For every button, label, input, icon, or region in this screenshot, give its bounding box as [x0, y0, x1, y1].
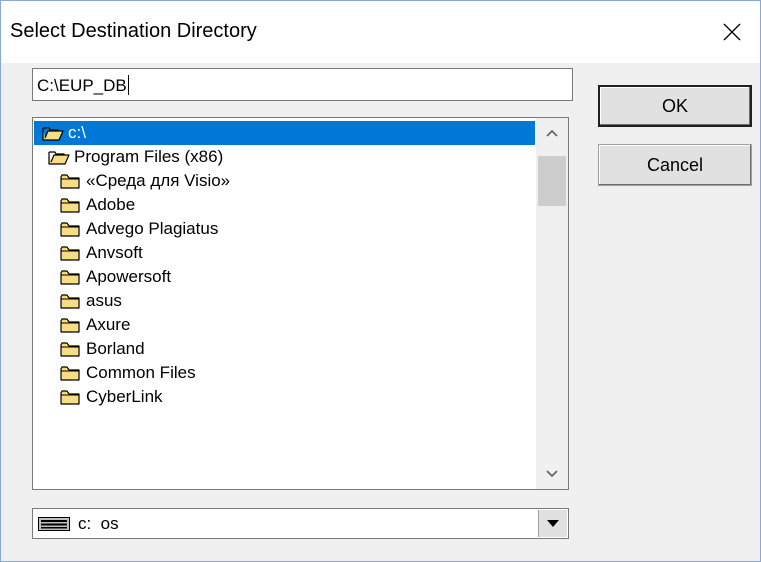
folder-item[interactable]: «Среда для Visio»	[34, 169, 535, 193]
folder-icon	[60, 222, 80, 237]
folder-item-label: Common Files	[86, 363, 196, 382]
chevron-down-icon	[546, 470, 558, 478]
folder-item[interactable]: c:\	[34, 121, 535, 145]
folder-item-label: Anvsoft	[86, 243, 143, 262]
folder-item[interactable]: CyberLink	[34, 385, 535, 409]
folder-item[interactable]: Borland	[34, 337, 535, 361]
text-caret	[127, 75, 129, 95]
folder-icon	[60, 294, 80, 309]
folder-icon	[60, 246, 80, 261]
scroll-up-button[interactable]	[536, 118, 568, 148]
folder-icon	[60, 390, 80, 405]
folder-icon	[60, 366, 80, 381]
folder-icon	[60, 198, 80, 213]
close-button[interactable]	[704, 1, 760, 63]
drive-icon	[38, 517, 70, 531]
folder-icon	[60, 270, 80, 285]
folder-item-label: c:\	[68, 123, 86, 142]
drive-select[interactable]: c: os	[32, 508, 569, 539]
folder-icon	[60, 342, 80, 357]
scroll-down-button[interactable]	[536, 459, 568, 489]
ok-button[interactable]: OK	[598, 85, 752, 127]
folder-item-label: asus	[86, 291, 122, 310]
title-bar: Select Destination Directory	[1, 1, 760, 63]
folder-item[interactable]: Apowersoft	[34, 265, 535, 289]
folder-item-label: Apowersoft	[86, 267, 172, 286]
folder-item[interactable]: Axure	[34, 313, 535, 337]
close-icon	[723, 23, 741, 41]
folder-item-label: Borland	[86, 339, 145, 358]
folder-item[interactable]: asus	[34, 289, 535, 313]
folder-item-label: Adobe	[86, 195, 136, 214]
open-folder-icon	[48, 151, 70, 165]
folder-item-label: CyberLink	[86, 387, 163, 406]
folder-item[interactable]: Program Files (x86)	[34, 145, 535, 169]
folder-item[interactable]: Anvsoft	[34, 241, 535, 265]
cancel-button[interactable]: Cancel	[598, 144, 752, 186]
folder-icon	[60, 174, 80, 189]
folder-item-label: Axure	[86, 315, 131, 334]
dropdown-arrow-icon	[547, 520, 559, 527]
folder-item-label: «Среда для Visio»	[86, 171, 231, 190]
drive-select-value: c: os	[78, 514, 119, 533]
path-input[interactable]: C:\EUP_DB	[32, 68, 573, 101]
path-input-value: C:\EUP_DB	[37, 76, 127, 95]
folder-list: c:\ Program Files (x86) «Среда для Visio» A…	[34, 121, 535, 409]
folder-item[interactable]: Advego Plagiatus	[34, 217, 535, 241]
vertical-scrollbar[interactable]	[536, 118, 568, 489]
folder-item-label: Program Files (x86)	[74, 147, 224, 166]
chevron-up-icon	[546, 129, 558, 137]
folder-listbox[interactable]: c:\ Program Files (x86) «Среда для Visio» A…	[32, 117, 569, 490]
drive-dropdown-button[interactable]	[538, 510, 567, 537]
open-folder-icon	[42, 127, 64, 141]
scroll-thumb[interactable]	[538, 156, 566, 206]
dialog-title: Select Destination Directory	[10, 20, 257, 42]
folder-item[interactable]: Common Files	[34, 361, 535, 385]
dialog-window: Select Destination Directory C:\EUP_DB O…	[0, 0, 761, 562]
folder-item-label: Advego Plagiatus	[86, 219, 219, 238]
folder-item[interactable]: Adobe	[34, 193, 535, 217]
folder-icon	[60, 318, 80, 333]
